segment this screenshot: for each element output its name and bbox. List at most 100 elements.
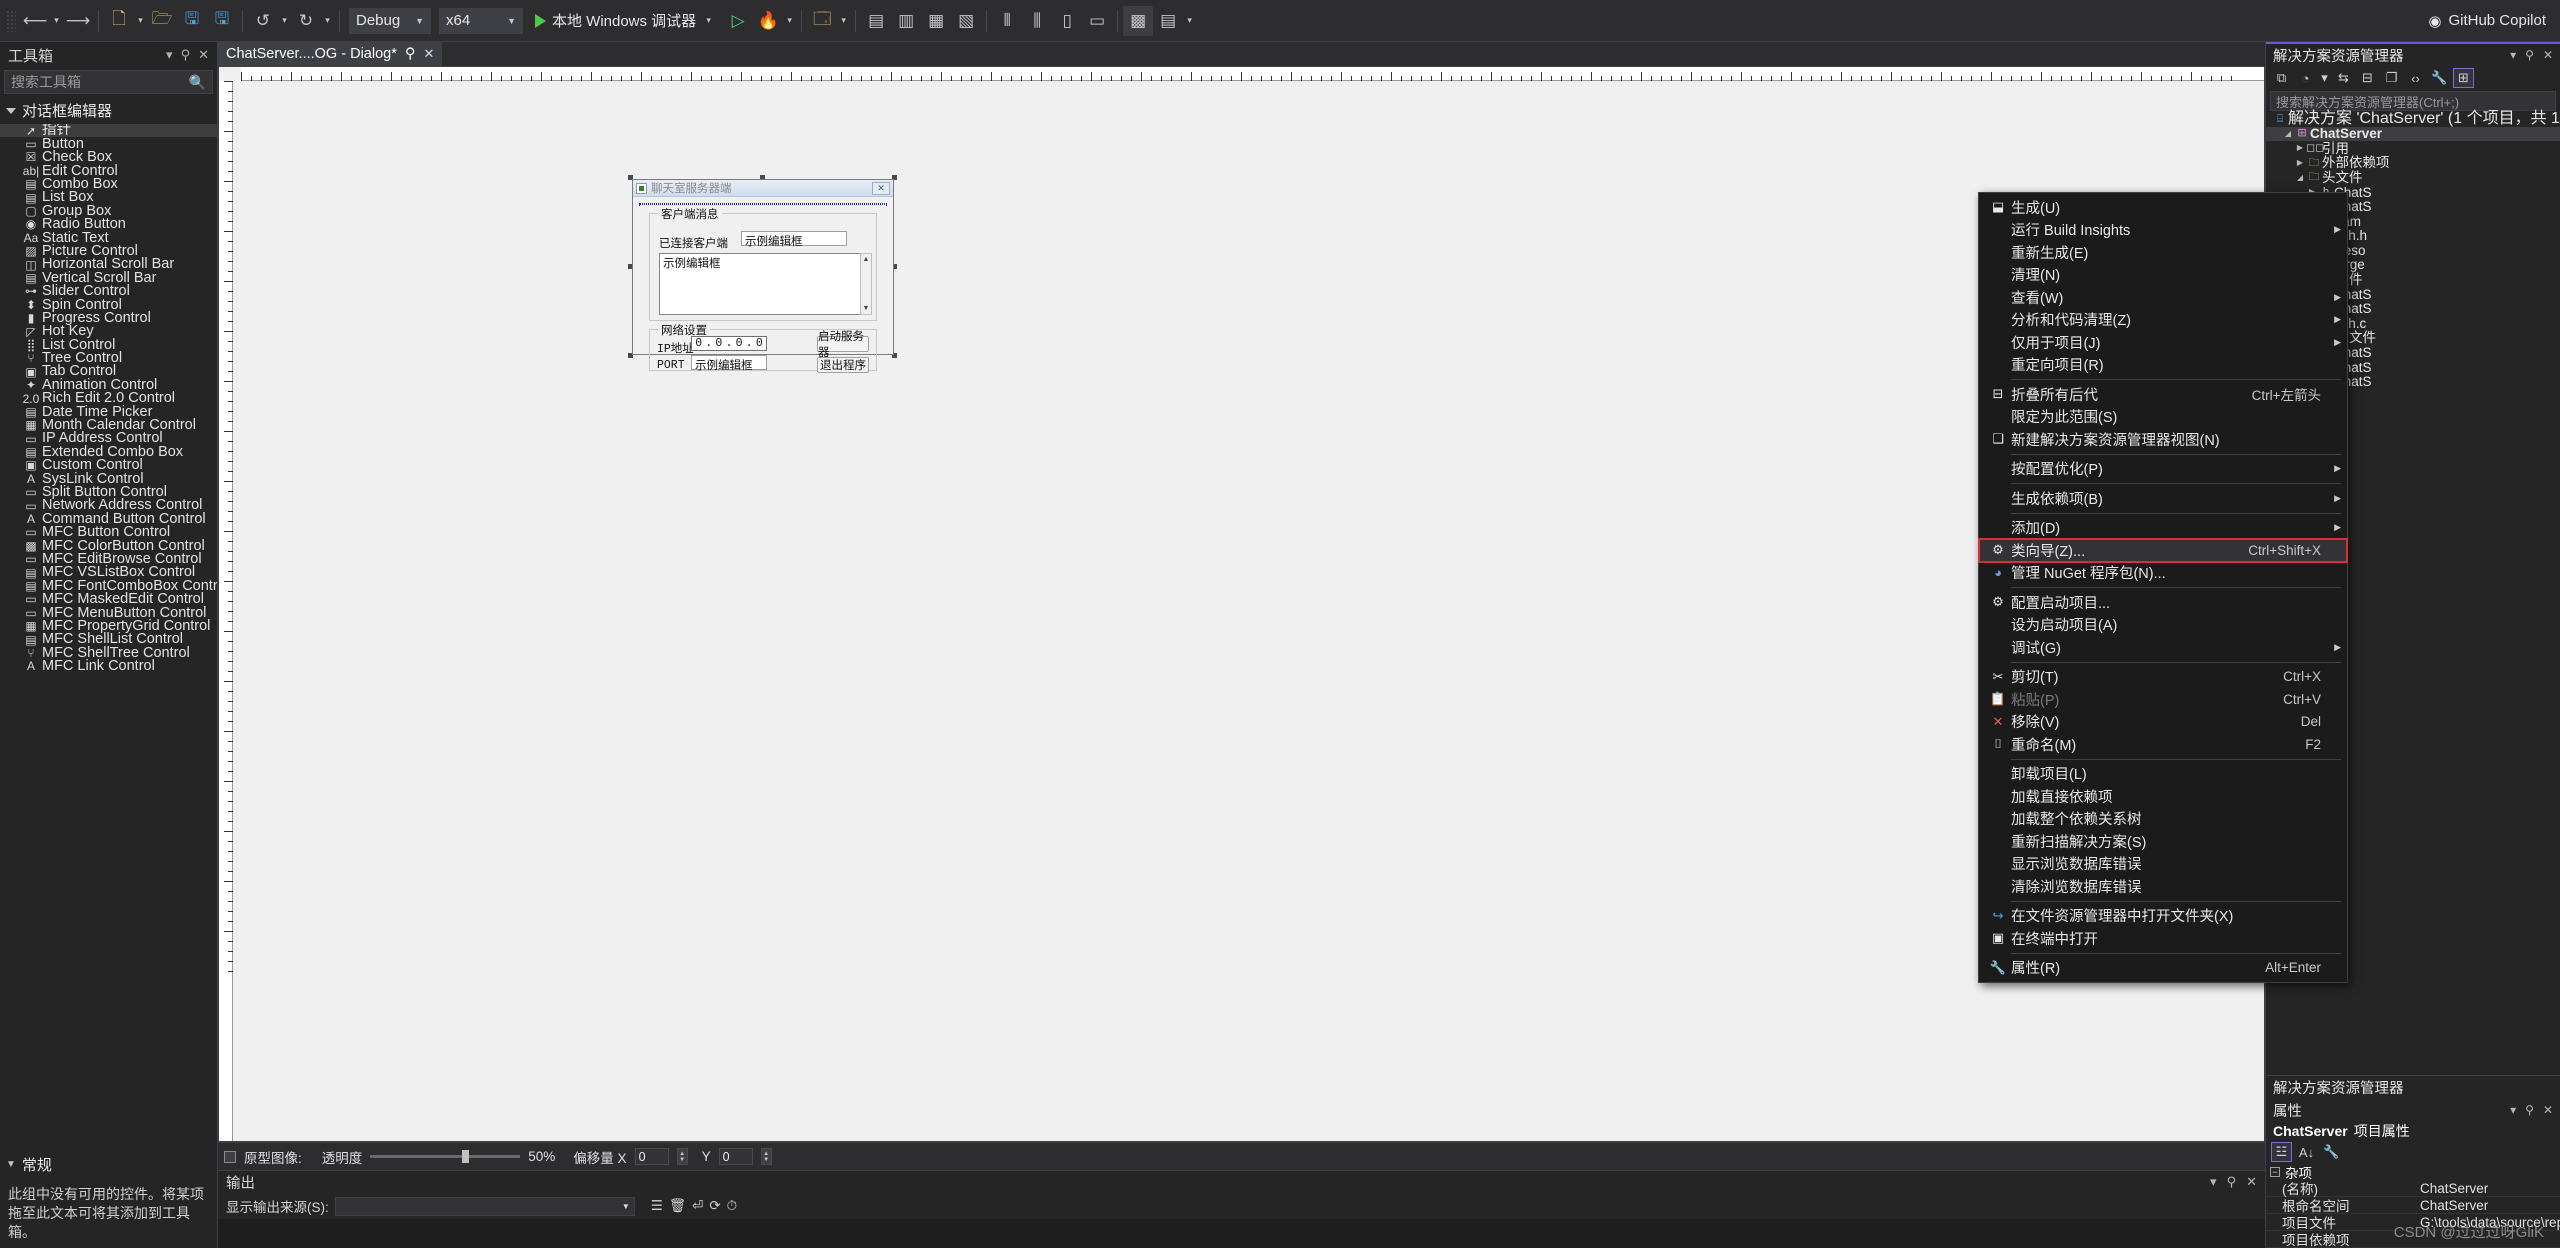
opacity-slider[interactable] xyxy=(370,1150,521,1163)
align-center-icon[interactable]: ▥ xyxy=(891,6,921,36)
navigate-back-icon[interactable]: ⟵ xyxy=(20,6,50,36)
menu-item-40[interactable]: 🔧 属性(R) Alt+Enter xyxy=(1979,957,2347,980)
chevron-down-icon[interactable]: ◢ xyxy=(2294,173,2306,182)
collapse-icon[interactable]: − xyxy=(2270,1166,2280,1177)
toggle-grid-icon[interactable]: ▩ xyxy=(1123,5,1154,36)
exit-program-button[interactable]: 退出程序 xyxy=(817,357,869,373)
menu-item-13[interactable]: 按配置优化(P) ▶ xyxy=(1979,458,2347,481)
toolbox-item-mfc-link-control[interactable]: A MFC Link Control xyxy=(0,659,217,673)
menu-item-23[interactable]: 调试(G) ▶ xyxy=(1979,636,2347,659)
ip-octet-3[interactable]: 0 xyxy=(736,337,743,350)
chevron-down-icon[interactable]: ▾ xyxy=(2510,1103,2516,1117)
redo-icon[interactable]: ↻ xyxy=(291,6,321,36)
offset-x-stepper[interactable]: ▲ ▼ xyxy=(676,1148,688,1165)
solutions-view-icon[interactable]: ⧉ xyxy=(2271,68,2292,88)
hot-reload-dropdown-icon[interactable]: ▾ xyxy=(783,15,796,26)
menu-item-17[interactable]: 添加(D) ▶ xyxy=(1979,517,2347,540)
hot-reload-icon[interactable]: 🔥 xyxy=(753,6,783,36)
offset-x-input[interactable]: 0 xyxy=(634,1148,669,1165)
solution-root-node[interactable]: ⌸ 解决方案 'ChatServer' (1 个项目，共 1 个) xyxy=(2266,111,2560,127)
chevron-down-icon[interactable]: ▾ xyxy=(2319,68,2330,88)
menu-item-18[interactable]: ⚙ 类向导(Z)... Ctrl+Shift+X xyxy=(1978,538,2348,563)
chevron-right-icon[interactable]: ▶ xyxy=(2294,159,2306,167)
output-list-icon[interactable]: ☰ xyxy=(651,1198,663,1214)
menu-item-7[interactable]: 重定向项目(R) xyxy=(1979,354,2347,377)
output-find-icon[interactable]: ⟳ xyxy=(709,1198,720,1214)
output-settings-icon[interactable]: ⏱ xyxy=(727,1198,738,1214)
chevron-down-icon[interactable]: ◢ xyxy=(2282,129,2294,138)
open-file-icon[interactable]: 🗁 xyxy=(147,6,177,36)
menu-item-1[interactable]: 运行 Build Insights ▶ xyxy=(1979,219,2347,242)
pin-icon[interactable]: ⚲ xyxy=(2525,48,2534,62)
menu-item-2[interactable]: 重新生成(E) xyxy=(1979,241,2347,264)
solution-explorer-tab[interactable]: 解决方案资源管理器 xyxy=(2266,1075,2560,1099)
offset-y-stepper[interactable]: ▲ ▼ xyxy=(760,1148,772,1165)
size-same-icon[interactable]: ▯ xyxy=(1052,6,1082,36)
start-debug-button[interactable]: 本地 Windows 调试器 ▾ xyxy=(527,10,723,31)
menu-item-10[interactable]: 限定为此范围(S) xyxy=(1979,406,2347,429)
tab-chatserver-dialog[interactable]: ChatServer....OG - Dialog* ⚲ ✕ xyxy=(218,42,443,66)
pending-changes-icon[interactable]: ◔ xyxy=(2295,68,2316,88)
menu-item-9[interactable]: ⊟ 折叠所有后代 Ctrl+左箭头 xyxy=(1979,383,2347,406)
menu-item-19[interactable]: ◕ 管理 NuGet 程序包(N)... xyxy=(1979,562,2347,585)
output-clear-icon[interactable]: 🗑 xyxy=(669,1198,686,1214)
menu-item-15[interactable]: 生成依赖项(B) ▶ xyxy=(1979,487,2347,510)
pin-icon[interactable]: ⚲ xyxy=(405,46,416,62)
attach-icon[interactable]: 🗔 xyxy=(807,6,837,36)
ip-octet-2[interactable]: 0 xyxy=(715,337,722,350)
code-view-icon[interactable]: ‹› xyxy=(2405,68,2426,88)
dialog-preview[interactable]: 聊天室服务器端 ✕ 客户端消息 已连接客户端 示例编辑框 示例编辑框 ▲ ▼ 网… xyxy=(632,179,894,373)
ip-address-control[interactable]: 0.0.0.0 xyxy=(691,336,767,351)
menu-item-38[interactable]: ▣ 在终端中打开 xyxy=(1979,927,2347,950)
chevron-right-icon[interactable]: ▶ xyxy=(2294,144,2306,152)
menu-item-4[interactable]: 查看(W) ▶ xyxy=(1979,286,2347,309)
property-value[interactable]: ChatServer xyxy=(2416,1198,2560,1213)
menu-item-28[interactable]: ⌷ 重命名(M) F2 xyxy=(1979,733,2347,756)
platform-combo[interactable]: x64 ▼ xyxy=(439,7,523,34)
alphabetical-icon[interactable]: A↓ xyxy=(2296,1142,2317,1162)
new-item-icon[interactable]: 🗋 xyxy=(104,6,134,36)
scroll-down-icon[interactable]: ▼ xyxy=(861,303,871,314)
pin-icon[interactable]: ⚲ xyxy=(2525,1103,2534,1117)
offset-y-input[interactable]: 0 xyxy=(718,1148,753,1165)
ip-octet-1[interactable]: 0 xyxy=(695,337,702,350)
menu-item-34[interactable]: 显示浏览数据库错误 xyxy=(1979,853,2347,876)
menu-item-3[interactable]: 清理(N) xyxy=(1979,264,2347,287)
chevron-down-icon[interactable]: ▾ xyxy=(2210,1174,2217,1190)
attach-dropdown-icon[interactable]: ▾ xyxy=(837,15,850,26)
sync-with-active-icon[interactable]: ⇆ xyxy=(2333,68,2354,88)
menu-item-5[interactable]: 分析和代码清理(Z) ▶ xyxy=(1979,309,2347,332)
output-source-combo[interactable]: ▼ xyxy=(334,1196,635,1216)
menu-item-33[interactable]: 重新扫描解决方案(S) xyxy=(1979,830,2347,853)
undo-dropdown-icon[interactable]: ▾ xyxy=(278,15,291,26)
output-content[interactable] xyxy=(218,1219,2265,1248)
property-value[interactable]: ChatServer xyxy=(2416,1181,2560,1196)
solution-explorer-search-input[interactable]: 搜索解决方案资源管理器(Ctrl+;) xyxy=(2270,91,2556,111)
edit-messages[interactable]: 示例编辑框 xyxy=(659,253,861,315)
categorized-icon[interactable]: ☳ xyxy=(2271,1142,2292,1162)
project-context-menu[interactable]: ⬓ 生成(U) 运行 Build Insights ▶ 重新生成(E) 清理(N) 查看(W… xyxy=(1978,192,2348,983)
menu-item-32[interactable]: 加载整个依赖关系树 xyxy=(1979,808,2347,831)
toolbox-item-progress-control[interactable]: ▮ Progress Control xyxy=(0,311,217,325)
properties-icon[interactable]: 🔧 xyxy=(2429,68,2450,88)
redo-dropdown-icon[interactable]: ▾ xyxy=(321,15,334,26)
scroll-up-icon[interactable]: ▲ xyxy=(861,254,871,265)
align-right-icon[interactable]: ▦ xyxy=(921,6,951,36)
preview-selected-items-icon[interactable]: ⊞ xyxy=(2453,68,2474,88)
toolbox-group-general[interactable]: ▼ 常规 xyxy=(0,1150,217,1179)
prototype-image-checkbox[interactable] xyxy=(224,1150,236,1163)
test-dialog-dropdown-icon[interactable]: ▾ xyxy=(1183,15,1196,26)
toolbox-search-input[interactable]: 搜索工具箱 🔍 xyxy=(4,70,213,94)
slider-knob[interactable] xyxy=(462,1150,470,1163)
show-all-files-icon[interactable]: ❐ xyxy=(2381,68,2402,88)
menu-item-37[interactable]: ↪ 在文件资源管理器中打开文件夹(X) xyxy=(1979,905,2347,928)
menu-item-35[interactable]: 清除浏览数据库错误 xyxy=(1979,875,2347,898)
start-without-debug-icon[interactable]: ▷ xyxy=(723,6,753,36)
chevron-down-icon[interactable]: ▾ xyxy=(166,47,173,63)
dialog-titlebar[interactable]: 聊天室服务器端 ✕ xyxy=(633,180,893,197)
close-icon[interactable]: ✕ xyxy=(2246,1174,2257,1190)
tree-node[interactable]: ▶ 🗀 外部依赖项 xyxy=(2266,156,2560,171)
menu-item-11[interactable]: ❏ 新建解决方案资源管理器视图(N) xyxy=(1979,428,2347,451)
align-left-icon[interactable]: ▤ xyxy=(861,6,891,36)
toolbox-group-dialog-editor[interactable]: 对话框编辑器 xyxy=(0,97,217,124)
